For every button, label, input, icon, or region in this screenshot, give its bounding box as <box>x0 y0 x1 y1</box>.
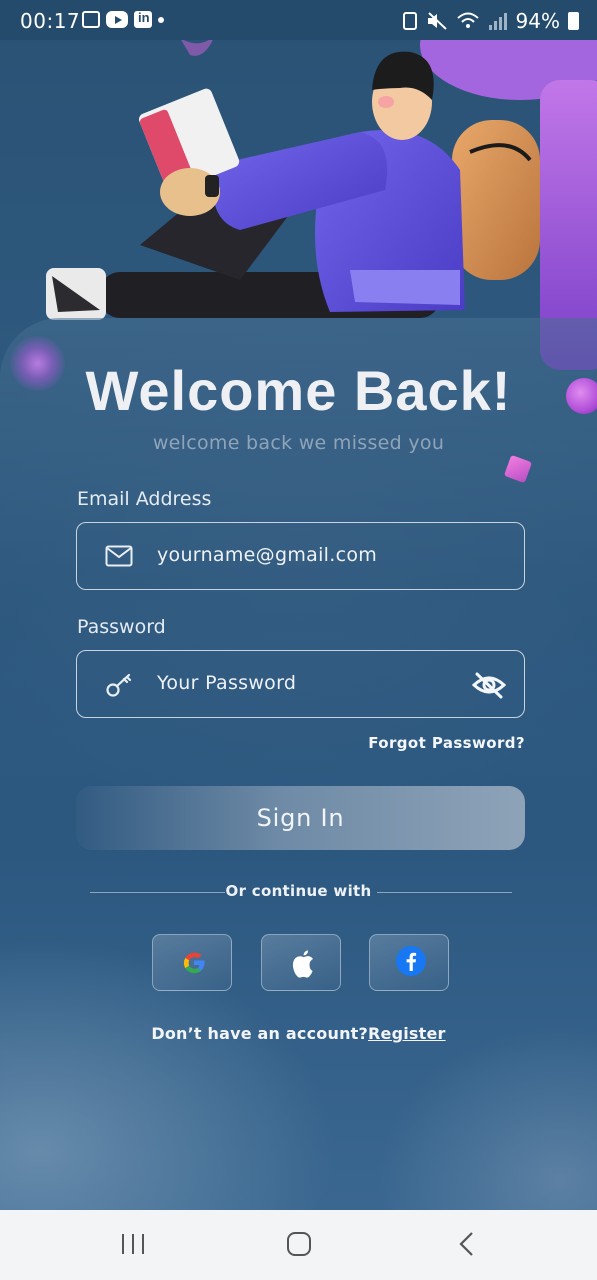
youtube-icon <box>106 11 128 28</box>
battery-percent: 94% <box>515 9 560 33</box>
password-label: Password <box>77 616 166 638</box>
battery-icon <box>568 12 579 30</box>
status-bar: 00:17 in 94% <box>0 0 597 40</box>
apple-icon <box>289 949 317 983</box>
google-login-button[interactable] <box>152 934 232 991</box>
signal-icon <box>488 13 507 30</box>
home-icon[interactable] <box>286 1230 312 1262</box>
sim-icon <box>402 12 417 30</box>
or-continue-text: Or continue with <box>225 882 372 900</box>
recents-icon[interactable] <box>120 1230 146 1262</box>
sign-in-button[interactable]: Sign In <box>76 786 525 850</box>
mail-icon <box>105 545 133 571</box>
facebook-login-button[interactable] <box>369 934 449 991</box>
system-nav-bar <box>0 1210 597 1280</box>
apple-login-button[interactable] <box>261 934 341 991</box>
key-icon <box>105 671 133 703</box>
status-time: 00:17 <box>20 9 81 33</box>
notification-dot-icon <box>158 16 164 23</box>
linkedin-icon <box>134 10 152 28</box>
wifi-icon <box>456 12 479 28</box>
password-placeholder[interactable]: Your Password <box>157 672 296 694</box>
register-link[interactable]: Register <box>368 1024 446 1043</box>
mute-icon <box>427 12 447 30</box>
page-subtitle: welcome back we missed you <box>152 432 445 454</box>
eye-off-icon[interactable] <box>471 671 507 703</box>
register-prompt: Don’t have an account?Register <box>0 1024 597 1043</box>
email-label: Email Address <box>77 488 212 510</box>
password-field[interactable]: Your Password <box>76 650 525 718</box>
no-account-text: Don’t have an account? <box>151 1024 368 1043</box>
email-field[interactable]: yourname@gmail.com <box>76 522 525 590</box>
google-icon <box>180 949 208 981</box>
facebook-icon <box>395 945 427 981</box>
gallery-icon <box>82 11 100 28</box>
forgot-password-link[interactable]: Forgot Password? <box>368 734 525 752</box>
email-value[interactable]: yourname@gmail.com <box>157 544 377 566</box>
page-title: Welcome Back! <box>85 359 512 422</box>
back-icon[interactable] <box>456 1230 478 1262</box>
login-screen: Welcome Back! welcome back we missed you… <box>0 0 597 1210</box>
